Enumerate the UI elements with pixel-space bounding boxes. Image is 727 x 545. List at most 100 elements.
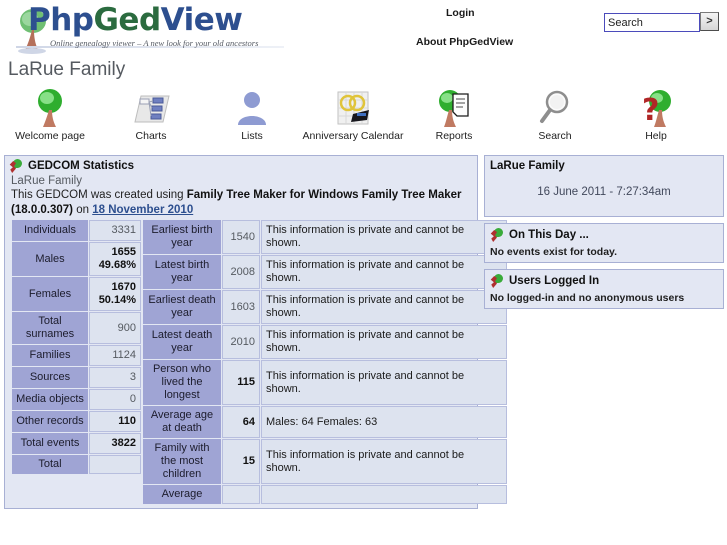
stat-label: Sources [12, 367, 88, 388]
nav-label: Anniversary Calendar [302, 130, 404, 142]
question-mark-tree-icon: ? [604, 88, 708, 128]
main-navigation: Welcome page Charts Lists Anniversary Ca… [0, 88, 727, 150]
gedcom-panel-datetime: 16 June 2011 - 7:27:34am [537, 186, 671, 198]
logo-tagline: Online genealogy viewer – A new look for… [50, 38, 259, 48]
table-row: Individuals 3331 [12, 220, 141, 241]
stat-detail: Males: 64 Females: 63 [261, 406, 507, 438]
pgv-sprout-icon [490, 274, 503, 288]
stat-value: 3 [89, 367, 141, 388]
on-this-day-panel: On This Day ... No events exist for toda… [484, 223, 724, 263]
nav-label: Reports [435, 130, 473, 142]
table-row: Latest birth year 2008 This information is… [143, 255, 507, 289]
on-this-day-title: On This Day ... [509, 229, 589, 241]
table-row: Other records 110 [12, 411, 141, 432]
stat-label: Individuals [12, 220, 88, 241]
nav-label: Charts [135, 130, 167, 142]
gedcom-title-panel: LaRue Family 16 June 2011 - 7:27:34am [484, 155, 724, 217]
nav-label: Lists [241, 130, 263, 142]
nav-help[interactable]: ? Help [604, 88, 708, 142]
logo-view: View [160, 2, 243, 38]
nav-welcome-page[interactable]: Welcome page [0, 88, 102, 142]
gedcom-panel-title-row: LaRue Family [485, 156, 723, 174]
login-link[interactable]: Login [446, 7, 475, 19]
table-row: Females 1670 50.14% [12, 277, 141, 311]
table-row: Latest death year 2010 This information is… [143, 325, 507, 359]
nav-lists[interactable]: Lists [200, 88, 304, 142]
gedcom-statistics-title: GEDCOM Statistics [28, 160, 135, 172]
table-row: Average age at death 64 Males: 64 Females:… [143, 406, 507, 438]
table-row: Media objects 0 [12, 389, 141, 410]
gedcom-panel-title: LaRue Family [490, 160, 565, 172]
stat-detail: This information is private and cannot b… [261, 325, 507, 359]
stat-value: 1655 49.68% [89, 242, 141, 276]
created-date-link[interactable]: 18 November 2010 [92, 204, 193, 216]
table-row: Earliest death year 1603 This information … [143, 290, 507, 324]
gedcom-statistics-body: LaRue Family This GEDCOM was created usi… [5, 175, 507, 508]
site-logo[interactable]: PhpGedView Online genealogy viewer – A n… [8, 2, 298, 54]
stat-detail [261, 485, 507, 504]
stat-label: Other records [12, 411, 88, 432]
stat-value: 2008 [222, 255, 260, 289]
about-phpgedview-link[interactable]: About PhpGedView [416, 36, 513, 48]
green-tree-icon [0, 88, 102, 128]
statistics-tables: Individuals 3331 Males 1655 49.68% Females 167… [9, 218, 507, 505]
nav-search[interactable]: Search [503, 88, 607, 142]
stat-value: 1670 50.14% [89, 277, 141, 311]
nav-charts[interactable]: Charts [99, 88, 203, 142]
stat-label: Average age at death [143, 406, 221, 438]
stat-value: 0 [89, 389, 141, 410]
gedcom-statistics-header: GEDCOM Statistics [5, 156, 477, 175]
pgv-sprout-icon [490, 228, 503, 242]
table-row: Person who lived the longest 115 This info… [143, 360, 507, 405]
chart-diagram-icon [99, 88, 203, 128]
calendar-rings-icon [301, 88, 405, 128]
search-input[interactable] [604, 13, 700, 32]
site-header: PhpGedView Online genealogy viewer – A n… [0, 0, 727, 55]
gedcom-created-line: This GEDCOM was created using Family Tre… [9, 188, 473, 218]
stat-label: Females [12, 277, 88, 311]
table-row: Family with the most children 15 This info… [143, 439, 507, 484]
nav-reports[interactable]: Reports [402, 88, 506, 142]
statistics-table-dates: Earliest birth year 1540 This information … [142, 219, 508, 505]
stat-detail: This information is private and cannot b… [261, 360, 507, 405]
nav-label: Help [645, 130, 667, 142]
stat-label: Total [12, 455, 88, 474]
left-column: GEDCOM Statistics LaRue Family This GEDC… [4, 155, 507, 515]
table-row: Total [12, 455, 141, 474]
main-content: GEDCOM Statistics LaRue Family This GEDC… [0, 155, 727, 545]
svg-text:?: ? [642, 93, 659, 128]
stat-value: 15 [222, 439, 260, 484]
stat-label: Total events [12, 433, 88, 454]
table-b-body: Earliest birth year 1540 This information … [143, 220, 507, 504]
stat-detail: This information is private and cannot b… [261, 290, 507, 324]
stat-value: 1124 [89, 345, 141, 366]
stat-label: Latest birth year [143, 255, 221, 289]
stat-value: 110 [89, 411, 141, 432]
magnifier-icon [503, 88, 607, 128]
gedcom-statistics-block: GEDCOM Statistics LaRue Family This GEDC… [4, 155, 507, 509]
users-logged-in-body: No logged-in and no anonymous users [490, 292, 685, 304]
stat-value: 1603 [222, 290, 260, 324]
stat-label: Family with the most children [143, 439, 221, 484]
table-row: Families 1124 [12, 345, 141, 366]
stat-detail: This information is private and cannot b… [261, 255, 507, 289]
stat-label: Earliest death year [143, 290, 221, 324]
search-submit-button[interactable]: > [700, 12, 719, 31]
table-row: Total events 3822 [12, 433, 141, 454]
stat-value [222, 485, 260, 504]
table-row: Total surnames 900 [12, 312, 141, 344]
created-prefix: This GEDCOM was created using [11, 189, 187, 201]
stat-value: 900 [89, 312, 141, 344]
table-row: Earliest birth year 1540 This information … [143, 220, 507, 254]
stat-value: 64 [222, 406, 260, 438]
gedcom-subtitle: LaRue Family [11, 175, 82, 187]
stat-label: Males [12, 242, 88, 276]
person-silhouette-icon [200, 88, 304, 128]
stat-value: 1540 [222, 220, 260, 254]
stat-detail: This information is private and cannot b… [261, 220, 507, 254]
nav-anniversary-calendar[interactable]: Anniversary Calendar [301, 88, 405, 142]
stat-label: Total surnames [12, 312, 88, 344]
page-title: LaRue Family [8, 59, 126, 80]
logo-ged: Ged [93, 2, 161, 38]
nav-label: Welcome page [15, 130, 85, 142]
